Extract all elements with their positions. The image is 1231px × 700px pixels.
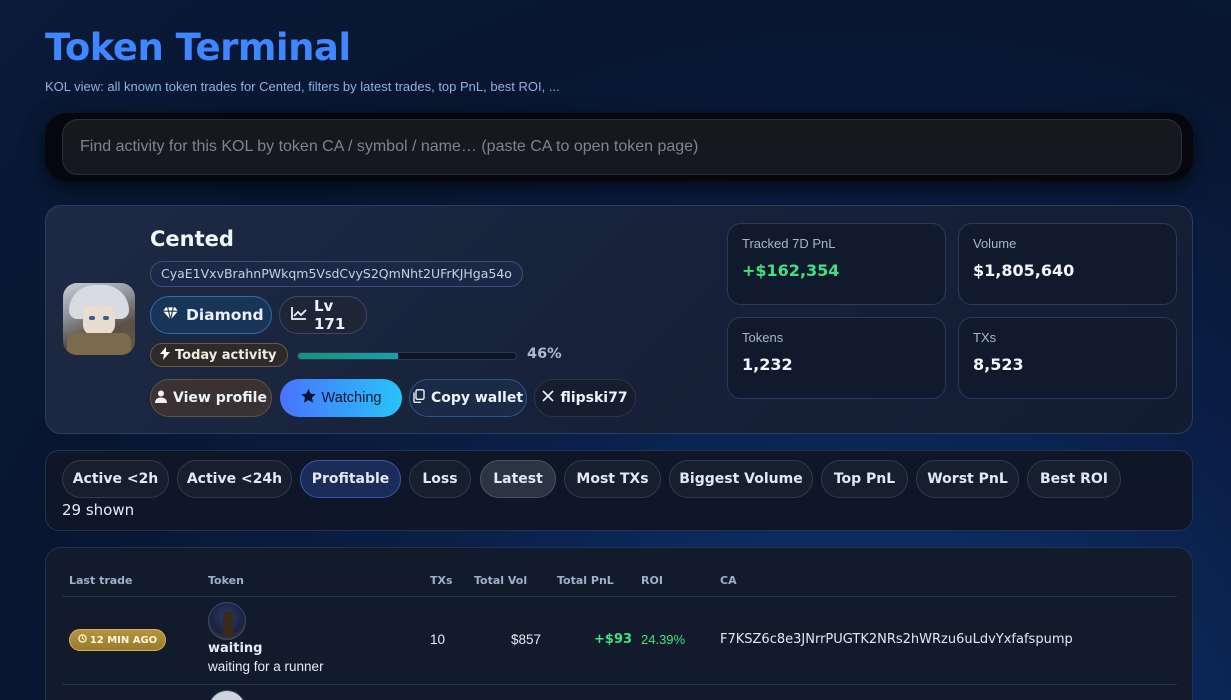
diamond-icon bbox=[163, 306, 178, 324]
divider bbox=[62, 684, 1177, 685]
roi-cell: 24.39% bbox=[641, 632, 686, 647]
filter-bar: Active <2h Active <24h Profitable Loss L… bbox=[45, 450, 1193, 531]
token-avatar bbox=[208, 602, 246, 640]
chart-line-icon bbox=[291, 306, 307, 324]
activity-progress-fill bbox=[298, 353, 399, 359]
activity-label: Today activity bbox=[175, 347, 277, 363]
total-vol-cell: $857 bbox=[511, 632, 542, 647]
stat-label: TXs bbox=[973, 330, 997, 345]
filter-active-24h[interactable]: Active <24h bbox=[177, 460, 292, 498]
token-name: waiting for a runner bbox=[208, 659, 324, 674]
column-header[interactable]: ROI bbox=[641, 574, 663, 587]
filter-most-txs[interactable]: Most TXs bbox=[564, 460, 661, 498]
level-badge: Lv 171 bbox=[279, 296, 367, 334]
activity-percent: 46% bbox=[527, 346, 562, 362]
token-symbol[interactable]: waiting bbox=[208, 641, 262, 656]
user-icon bbox=[155, 390, 168, 407]
view-profile-button[interactable]: View profile bbox=[150, 379, 272, 417]
filter-best-roi[interactable]: Best ROI bbox=[1027, 460, 1121, 498]
stat-tokens: Tokens 1,232 bbox=[727, 317, 946, 399]
search-bar bbox=[45, 113, 1193, 181]
page-subtitle: KOL view: all known token trades for Cen… bbox=[45, 79, 560, 94]
wallet-address[interactable]: CyaE1VxvBrahnPWkqm5VsdCvyS2QmNht2UFrKJHg… bbox=[150, 261, 523, 287]
star-icon bbox=[300, 389, 316, 407]
x-logo-icon bbox=[542, 390, 555, 406]
trades-table: Last trade Token TXs Total Vol Total PnL… bbox=[45, 547, 1193, 700]
filter-biggest-volume[interactable]: Biggest Volume bbox=[669, 460, 813, 498]
stat-label: Volume bbox=[973, 236, 1017, 251]
copy-icon bbox=[413, 389, 425, 407]
stat-tracked-pnl: Tracked 7D PnL +$162,354 bbox=[727, 223, 946, 305]
tier-label: Diamond bbox=[186, 306, 264, 324]
stat-txs: TXs 8,523 bbox=[958, 317, 1177, 399]
column-header[interactable]: Token bbox=[208, 574, 244, 587]
bolt-icon bbox=[160, 346, 170, 364]
activity-badge: Today activity bbox=[150, 343, 288, 367]
page-title: Token Terminal bbox=[45, 26, 351, 69]
filter-active-2h[interactable]: Active <2h bbox=[62, 460, 169, 498]
stat-label: Tracked 7D PnL bbox=[742, 236, 836, 251]
last-trade-label: 12 MIN AGO bbox=[89, 634, 158, 646]
level-label: Lv 171 bbox=[314, 297, 346, 333]
column-header[interactable]: CA bbox=[720, 574, 737, 587]
tier-badge: Diamond bbox=[150, 296, 272, 334]
x-profile-link[interactable]: flipski77 bbox=[534, 379, 636, 417]
activity-progress-bar bbox=[297, 352, 517, 360]
txs-cell: 10 bbox=[430, 632, 446, 647]
token-avatar bbox=[208, 690, 246, 700]
results-count: 29 shown bbox=[62, 501, 135, 519]
last-trade-badge: 12 MIN AGO bbox=[69, 629, 166, 651]
total-pnl-cell: +$93 bbox=[594, 632, 633, 647]
filter-profitable[interactable]: Profitable bbox=[300, 460, 401, 498]
filter-latest[interactable]: Latest bbox=[480, 460, 556, 498]
column-header[interactable]: Last trade bbox=[69, 574, 133, 587]
column-header[interactable]: TXs bbox=[430, 574, 453, 587]
copy-wallet-button[interactable]: Copy wallet bbox=[409, 379, 527, 417]
filter-loss[interactable]: Loss bbox=[409, 460, 471, 498]
filter-worst-pnl[interactable]: Worst PnL bbox=[916, 460, 1019, 498]
contract-address-cell[interactable]: F7KSZ6c8e3JNrrPUGTK2NRs2hWRzu6uLdvYxfafs… bbox=[720, 632, 1073, 647]
view-profile-label: View profile bbox=[173, 390, 267, 406]
stat-label: Tokens bbox=[742, 330, 784, 345]
column-header[interactable]: Total Vol bbox=[474, 574, 527, 587]
stat-volume: Volume $1,805,640 bbox=[958, 223, 1177, 305]
divider bbox=[62, 596, 1177, 597]
x-handle-label: flipski77 bbox=[560, 390, 628, 406]
column-header[interactable]: Total PnL bbox=[557, 574, 614, 587]
stat-value: +$162,354 bbox=[742, 261, 840, 280]
kol-name: Cented bbox=[150, 227, 234, 251]
watching-label: Watching bbox=[321, 390, 382, 406]
copy-wallet-label: Copy wallet bbox=[430, 390, 524, 406]
kol-profile-card: Cented CyaE1VxvBrahnPWkqm5VsdCvyS2QmNht2… bbox=[45, 205, 1193, 434]
clock-icon bbox=[78, 634, 87, 646]
stat-value: 8,523 bbox=[973, 355, 1024, 374]
avatar bbox=[63, 283, 135, 355]
filter-top-pnl[interactable]: Top PnL bbox=[821, 460, 908, 498]
stat-value: 1,232 bbox=[742, 355, 793, 374]
stat-value: $1,805,640 bbox=[973, 261, 1075, 280]
watching-button[interactable]: Watching bbox=[280, 379, 402, 417]
search-input[interactable] bbox=[62, 119, 1182, 175]
